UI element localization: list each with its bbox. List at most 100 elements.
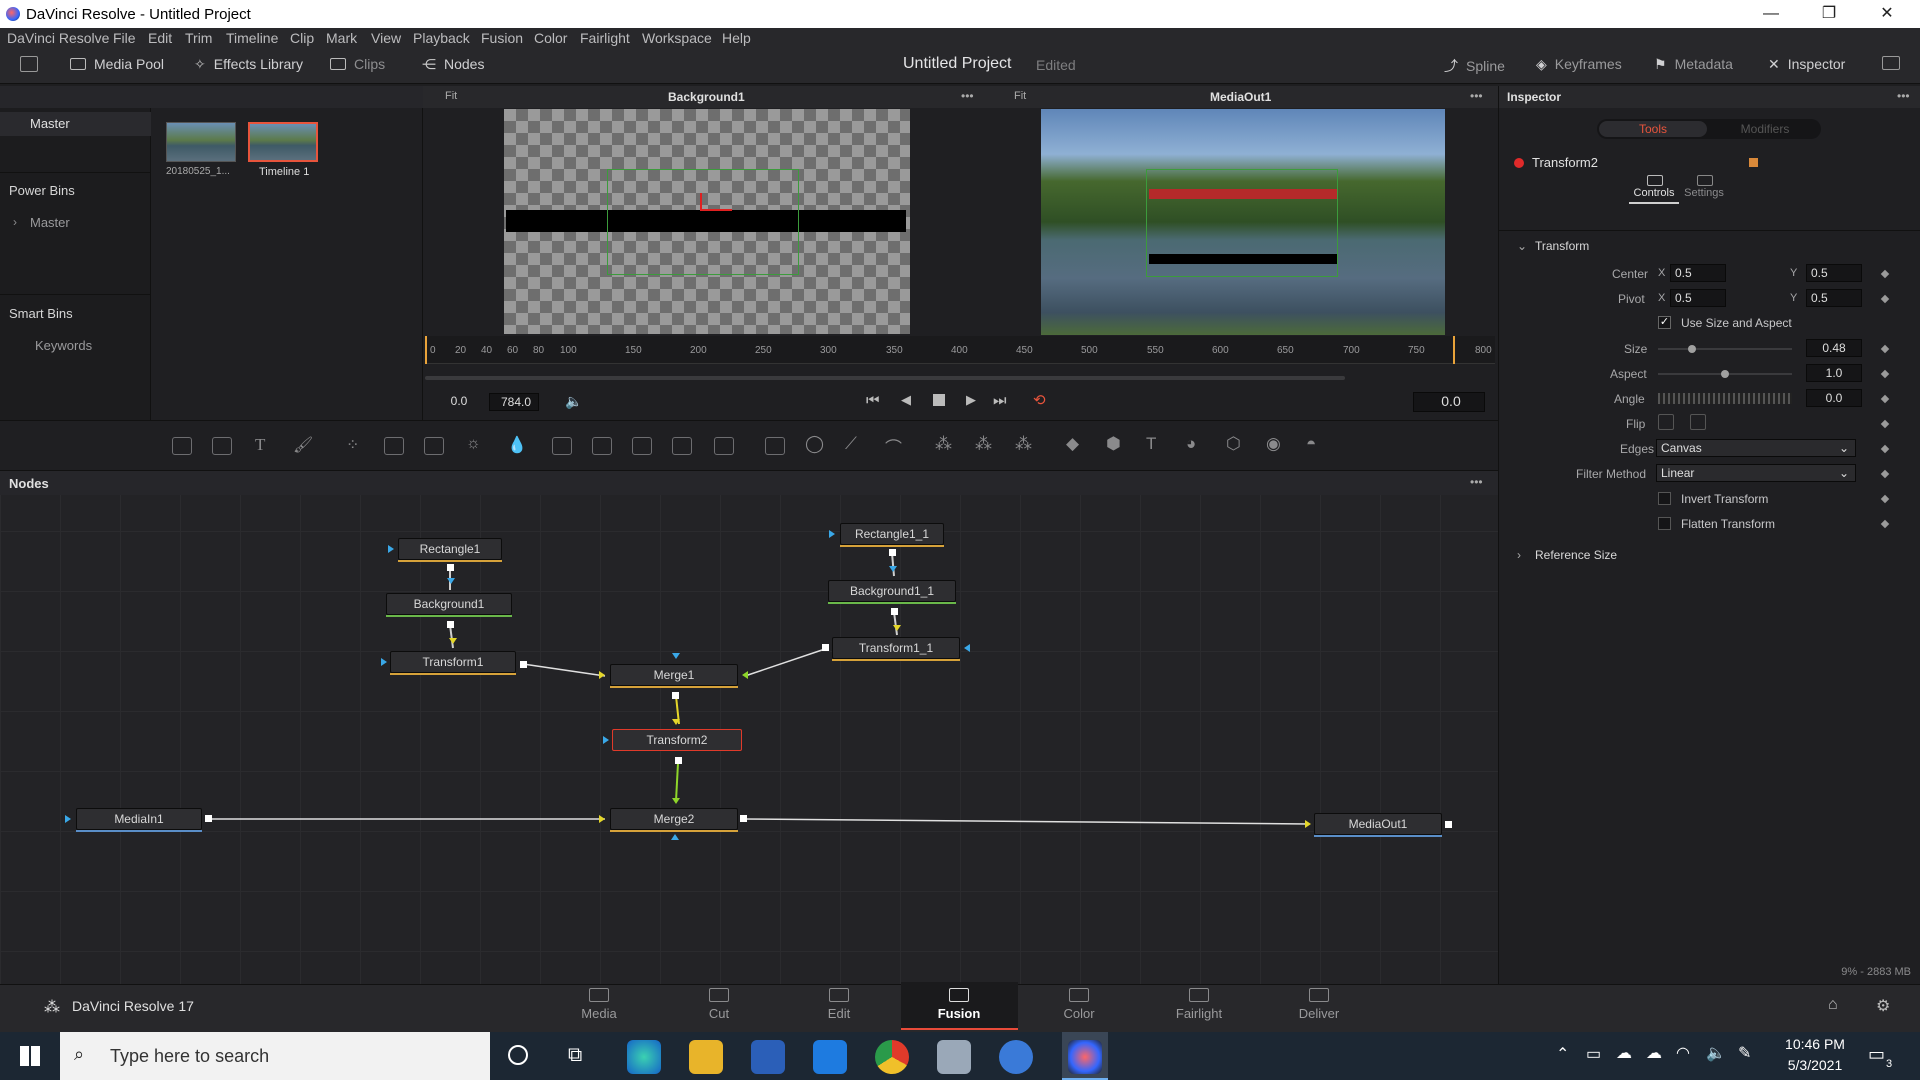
menu-playback[interactable]: Playback: [413, 30, 470, 46]
clock-time[interactable]: 10:46 PM: [1780, 1036, 1850, 1052]
node-rectangle1[interactable]: Rectangle1: [398, 538, 502, 560]
angle-dial[interactable]: [1658, 393, 1792, 404]
center-x-field[interactable]: 0.5: [1670, 264, 1726, 282]
output-port[interactable]: [205, 815, 212, 822]
taskbar-search-box[interactable]: ⌕ Type here to search: [60, 1032, 490, 1080]
node-rectangle1-1[interactable]: Rectangle1_1: [840, 523, 944, 545]
menu-workspace[interactable]: Workspace: [642, 30, 712, 46]
input-port[interactable]: [447, 578, 455, 584]
menu-clip[interactable]: Clip: [290, 30, 314, 46]
node-color-icon[interactable]: [1749, 158, 1758, 167]
output-port[interactable]: [447, 564, 454, 571]
task-view-icon[interactable]: ⧉: [568, 1044, 582, 1067]
size-field[interactable]: 0.48: [1806, 339, 1862, 357]
matte-control-tool-icon[interactable]: [632, 437, 652, 455]
loop-icon[interactable]: ⟲: [1033, 391, 1046, 409]
camera-tracker-icon[interactable]: ⁂: [1015, 434, 1032, 454]
onedrive-icon[interactable]: ☁: [1646, 1043, 1662, 1063]
output-port[interactable]: [740, 815, 747, 822]
light-tool-icon[interactable]: ◕: [1186, 434, 1196, 454]
time-end-field[interactable]: 784.0: [489, 393, 539, 411]
use-size-aspect-checkbox[interactable]: ✓: [1658, 316, 1671, 329]
planar-tracker-icon[interactable]: ⁂: [975, 434, 992, 454]
viewer-left-canvas[interactable]: [504, 109, 910, 334]
rectangle-mask-icon[interactable]: [765, 437, 785, 455]
nodes-button[interactable]: ⋲ Nodes: [422, 56, 484, 73]
input-port[interactable]: [829, 530, 835, 538]
resize-tool-icon[interactable]: [672, 437, 692, 455]
notifications-icon[interactable]: ▭: [1868, 1044, 1885, 1065]
resolve-taskbar-icon[interactable]: [1068, 1040, 1102, 1074]
text-tool-icon[interactable]: T: [255, 435, 265, 455]
store-icon[interactable]: [751, 1040, 785, 1074]
input-port[interactable]: [65, 815, 71, 823]
output-port[interactable]: [891, 608, 898, 615]
time-start-field[interactable]: 0.0: [437, 393, 477, 411]
media-pool-button[interactable]: Media Pool: [70, 56, 164, 72]
viewer-right-more[interactable]: •••: [1470, 89, 1483, 103]
play-icon[interactable]: ▶: [966, 392, 976, 408]
background-tool-icon[interactable]: [172, 437, 192, 455]
node-transform2[interactable]: Transform2: [612, 729, 742, 751]
panel-toggle-icon[interactable]: [20, 56, 38, 72]
stop-icon[interactable]: [933, 394, 945, 406]
text3d-t-tool-icon[interactable]: T: [1146, 434, 1156, 454]
node-transform1-1[interactable]: Transform1_1: [832, 637, 960, 659]
minimize-button[interactable]: —: [1748, 2, 1794, 26]
input-port[interactable]: [672, 798, 680, 804]
color-curves-tool-icon[interactable]: [424, 437, 444, 455]
tray-chevron-icon[interactable]: ⌃: [1556, 1044, 1569, 1064]
cloud-upload-icon[interactable]: ☁: [1616, 1043, 1632, 1063]
node-merge1[interactable]: Merge1: [610, 664, 738, 686]
output-port[interactable]: [889, 549, 896, 556]
page-tab-cut[interactable]: Cut: [679, 988, 759, 1021]
size-slider[interactable]: [1658, 348, 1792, 350]
input-port[interactable]: [893, 625, 901, 631]
input-port[interactable]: [1305, 820, 1311, 828]
page-tab-fairlight[interactable]: Fairlight: [1159, 988, 1239, 1021]
invert-transform-checkbox[interactable]: [1658, 492, 1671, 505]
flip-vertical-icon[interactable]: [1690, 414, 1706, 430]
app-icon[interactable]: [937, 1040, 971, 1074]
aspect-field[interactable]: 1.0: [1806, 364, 1862, 382]
section-transform[interactable]: Transform: [1535, 239, 1589, 253]
menu-edit[interactable]: Edit: [148, 30, 172, 46]
effects-library-button[interactable]: ✧ Effects Library: [194, 56, 303, 73]
node-merge2[interactable]: Merge2: [610, 808, 738, 830]
chevron-down-icon[interactable]: ⌄: [1517, 239, 1527, 253]
output-port[interactable]: [1445, 821, 1452, 828]
page-tab-color[interactable]: Color: [1039, 988, 1119, 1021]
go-to-start-icon[interactable]: ⏮: [866, 392, 880, 409]
output-port[interactable]: [672, 692, 679, 699]
menu-mark[interactable]: Mark: [326, 30, 357, 46]
clock-date[interactable]: 5/3/2021: [1780, 1057, 1850, 1073]
menu-timeline[interactable]: Timeline: [226, 30, 278, 46]
text3d-tool-icon[interactable]: ⬢: [1106, 434, 1121, 454]
node-mediaout1[interactable]: MediaOut1: [1314, 813, 1442, 835]
page-tab-deliver[interactable]: Deliver: [1279, 988, 1359, 1021]
page-tab-edit[interactable]: Edit: [799, 988, 879, 1021]
menu-fairlight[interactable]: Fairlight: [580, 30, 630, 46]
image-tool-icon[interactable]: [212, 437, 232, 455]
subtab-controls[interactable]: Controls: [1629, 187, 1679, 199]
input-port[interactable]: [381, 658, 387, 666]
brightness-tool-icon[interactable]: ☼: [466, 435, 481, 453]
output-port[interactable]: [447, 621, 454, 628]
merge3d-tool-icon[interactable]: ◓: [1306, 434, 1316, 454]
windows-start-icon[interactable]: [20, 1046, 40, 1066]
node-background1-1[interactable]: Background1_1: [828, 580, 956, 602]
inspector-more[interactable]: •••: [1897, 89, 1910, 103]
subtab-settings[interactable]: Settings: [1679, 187, 1729, 199]
edges-dropdown[interactable]: Canvas ⌄: [1656, 439, 1856, 457]
clips-button[interactable]: Clips: [330, 56, 385, 72]
timeline-thumbnail[interactable]: [248, 122, 318, 162]
metadata-button[interactable]: ⚑ Metadata: [1654, 56, 1733, 73]
viewer-left-more[interactable]: •••: [961, 89, 974, 103]
smart-bin-keywords[interactable]: Keywords: [35, 338, 92, 353]
shape3d-tool-icon[interactable]: ◆: [1066, 434, 1079, 454]
input-port[interactable]: [964, 644, 970, 652]
tracker-tool-icon[interactable]: ⁂: [935, 434, 952, 454]
input-port[interactable]: [672, 653, 680, 659]
angle-field[interactable]: 0.0: [1806, 389, 1862, 407]
input-port[interactable]: [599, 815, 605, 823]
